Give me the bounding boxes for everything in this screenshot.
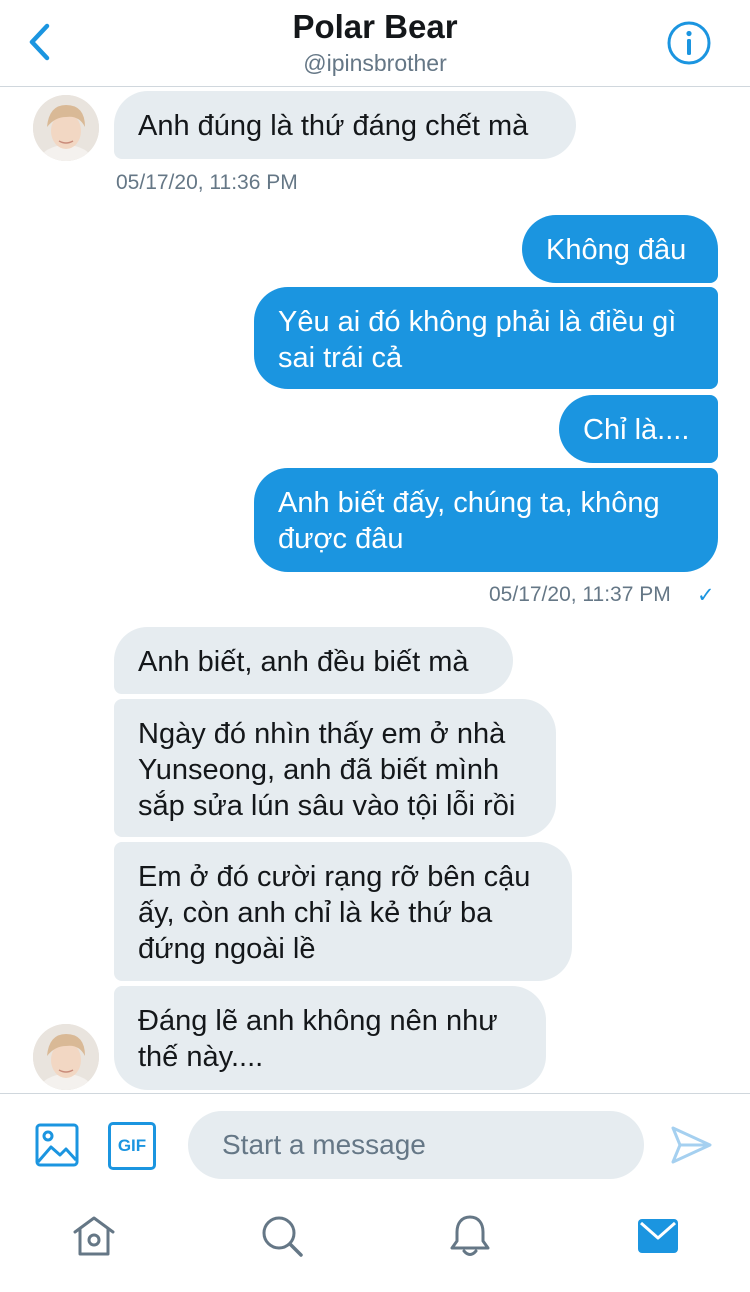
message-bubble[interactable]: Chỉ là.... [559,395,718,463]
home-icon [73,1216,115,1256]
messages-icon [638,1219,678,1253]
message-bubble[interactable]: Anh biết đấy, chúng ta, không được đâu [254,468,718,572]
message-text: Anh biết, anh đều biết mà [138,646,469,678]
message-text-line: Đáng lẽ anh không nên như [138,1005,498,1037]
message-text-line: Em ở đó cười rạng rỡ bên cậu [138,861,531,893]
message-text-line: Yunseong, anh đã biết mình [138,754,500,786]
avatar-photo [33,95,99,161]
message-bubble[interactable]: Anh biết, anh đều biết mà [114,627,513,694]
message-bubble[interactable]: Yêu ai đó không phải là điều gì sai trái… [254,287,718,389]
message-text-line: sắp sửa lún sâu vào tội lỗi rồi [138,790,516,822]
message-text-line: thế này.... [138,1041,264,1073]
message-text-line: Yêu ai đó không phải là điều gì [278,306,677,338]
gif-button[interactable]: GIF [108,1122,156,1170]
message-text-line: ấy, còn anh chỉ là kẻ thứ ba [138,897,493,929]
send-icon [671,1126,712,1164]
message-text-line: đứng ngoài lề [138,933,316,965]
message-bubble[interactable]: Ngày đó nhìn thấy em ở nhà Yunseong, anh… [114,699,556,837]
message-text: Chỉ là.... [583,414,690,446]
tab-search[interactable] [259,1213,305,1259]
tab-messages[interactable] [635,1213,681,1259]
notifications-icon [450,1215,490,1256]
message-bubble[interactable]: Không đâu [522,215,718,283]
message-timestamp: 05/17/20, 11:37 PM [489,583,671,606]
conversation-handle: @ipinsbrother [303,50,447,76]
message-text-line: sai trái cả [278,342,403,374]
add-photo-button[interactable] [34,1122,80,1168]
conversation-header: Polar Bear @ipinsbrother [0,0,750,87]
bottom-tab-bar [0,1193,750,1292]
message-bubble[interactable]: Anh đúng là thứ đáng chết mà [114,91,576,159]
gif-label: GIF [117,1136,147,1155]
info-button[interactable] [666,20,712,66]
message-text-line: Ngày đó nhìn thấy em ở nhà [138,718,506,750]
message-bubble[interactable]: Đáng lẽ anh không nên như thế này.... [114,986,546,1090]
read-checkmark: ✓ [697,584,715,607]
avatar[interactable] [33,1024,99,1090]
tab-notifications[interactable] [447,1213,493,1259]
info-icon [667,21,711,65]
message-text-line: được đâu [278,523,404,555]
message-bubble[interactable]: Em ở đó cười rạng rỡ bên cậu ấy, còn anh… [114,842,572,981]
message-timestamp: 05/17/20, 11:36 PM [116,171,298,194]
message-text-line: Anh biết đấy, chúng ta, không [278,487,660,519]
send-button[interactable] [668,1122,714,1168]
image-icon [35,1123,79,1167]
message-composer: GIF [0,1093,750,1194]
dm-conversation-screen: Polar Bear @ipinsbrother Anh đúng là thứ… [0,0,750,1292]
tab-home[interactable] [71,1213,117,1259]
search-icon [262,1216,303,1257]
avatar-photo [33,1024,99,1090]
avatar[interactable] [33,95,99,161]
message-input[interactable] [188,1111,644,1179]
conversation-title[interactable]: Polar Bear [0,8,750,46]
message-text: Anh đúng là thứ đáng chết mà [138,110,529,142]
message-text: Không đâu [546,234,687,266]
